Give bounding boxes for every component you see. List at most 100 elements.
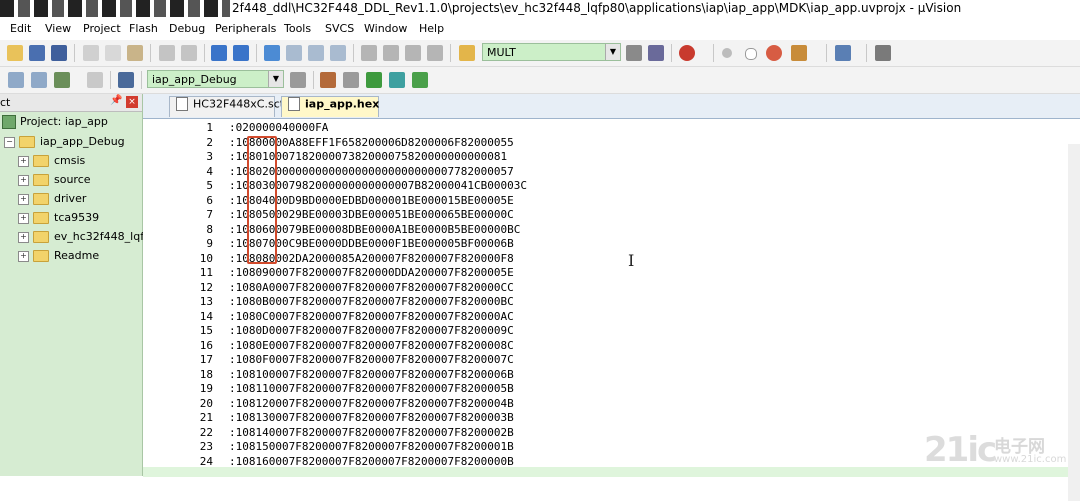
code-line[interactable]: :108140007F8200007F8200007F8200007F82000… xyxy=(229,426,514,439)
disable-breakpoint-icon[interactable] xyxy=(745,48,757,60)
navigate-forward-icon[interactable] xyxy=(233,45,249,61)
redacted-title-region xyxy=(0,0,230,17)
menu-view[interactable]: View xyxy=(45,22,71,35)
code-line[interactable]: :108130007F8200007F8200007F8200007F82000… xyxy=(229,411,514,424)
expand-icon[interactable]: + xyxy=(18,250,29,262)
unindent-icon[interactable] xyxy=(383,45,399,61)
window-layout-icon[interactable] xyxy=(835,45,851,61)
code-line[interactable]: :1080C0007F8200007F8200007F8200007F82000… xyxy=(229,310,514,323)
code-line[interactable]: :1080E0007F8200007F8200007F8200007F82000… xyxy=(229,339,514,352)
tree-group-tca9539[interactable]: + tca9539 xyxy=(18,211,99,228)
next-bookmark-icon[interactable] xyxy=(308,45,324,61)
save-icon[interactable] xyxy=(29,45,45,61)
manage-run-time-icon[interactable] xyxy=(412,72,428,88)
line-number: 1 xyxy=(206,121,213,134)
menu-window[interactable]: Window xyxy=(364,22,407,35)
menu-tools[interactable]: Tools xyxy=(284,22,311,35)
tab-label: iap_app.hex xyxy=(305,97,380,111)
clear-bookmarks-icon[interactable] xyxy=(330,45,346,61)
menu-debug[interactable]: Debug xyxy=(169,22,205,35)
expand-icon[interactable]: + xyxy=(18,231,29,243)
tree-group-driver[interactable]: + driver xyxy=(18,192,86,209)
code-line[interactable]: :1080B0007F8200007F8200007F8200007F82000… xyxy=(229,295,514,308)
paste-icon[interactable] xyxy=(127,45,143,61)
tree-target-label: iap_app_Debug xyxy=(40,135,125,148)
code-editor[interactable]: 1:020000040000FA 2:10800000A88EFF1F658200… xyxy=(143,119,1080,501)
tree-group-label: driver xyxy=(54,192,87,205)
line-number: 24 xyxy=(199,454,213,468)
line-number: 23 xyxy=(199,440,213,453)
close-icon[interactable]: × xyxy=(126,96,138,108)
uncomment-icon[interactable] xyxy=(427,45,443,61)
chevron-down-icon[interactable]: ▼ xyxy=(268,71,283,87)
tab-sct-file[interactable]: HC32F448xC.sct xyxy=(169,96,284,117)
expand-icon[interactable]: + xyxy=(18,174,29,186)
redo-icon[interactable] xyxy=(181,45,197,61)
open-file-icon[interactable] xyxy=(7,45,23,61)
rebuild-icon[interactable] xyxy=(54,72,70,88)
menu-edit[interactable]: Edit xyxy=(10,22,31,35)
save-all-icon[interactable] xyxy=(51,45,67,61)
tree-project-root[interactable]: Project: iap_app xyxy=(2,115,108,132)
target-options-icon[interactable] xyxy=(290,72,306,88)
undo-icon[interactable] xyxy=(159,45,175,61)
folder-icon xyxy=(19,136,35,148)
menu-project[interactable]: Project xyxy=(83,22,121,35)
manage-project-items-icon[interactable] xyxy=(320,72,336,88)
menu-peripherals[interactable]: Peripherals xyxy=(215,22,276,35)
expand-icon[interactable]: + xyxy=(18,155,29,167)
select-packs-icon[interactable] xyxy=(389,72,405,88)
line-number: 8 xyxy=(206,222,213,236)
code-line[interactable]: :1080F0007F8200007F8200007F8200007F82000… xyxy=(229,353,514,366)
tree-group-cmsis[interactable]: + cmsis xyxy=(18,154,85,171)
start-debug-icon[interactable] xyxy=(679,45,695,61)
wrench-icon[interactable] xyxy=(875,45,891,61)
pin-icon[interactable]: 📌 xyxy=(110,95,122,106)
comment-icon[interactable] xyxy=(405,45,421,61)
code-line[interactable]: :108150007F8200007F8200007F8200007F82000… xyxy=(229,440,514,453)
collapse-icon[interactable]: − xyxy=(4,136,15,148)
prev-bookmark-icon[interactable] xyxy=(286,45,302,61)
tab-label: HC32F448xC.sct xyxy=(193,97,285,111)
target-combo[interactable]: iap_app_Debug ▼ xyxy=(147,70,284,88)
tree-target[interactable]: − iap_app_Debug xyxy=(4,135,125,152)
translate-icon[interactable] xyxy=(8,72,24,88)
menu-help[interactable]: Help xyxy=(419,22,444,35)
code-line[interactable]: :1080D0007F8200007F8200007F8200007F82000… xyxy=(229,324,514,337)
file-extensions-icon[interactable] xyxy=(343,72,359,88)
build-icon[interactable] xyxy=(31,72,47,88)
code-line[interactable]: :1080A0007F8200007F8200007F8200007F82000… xyxy=(229,281,514,294)
code-line[interactable]: :020000040000FA xyxy=(229,121,328,134)
tree-group-readme[interactable]: + Readme xyxy=(18,249,99,266)
configure-icon[interactable] xyxy=(791,45,807,61)
cut-icon[interactable] xyxy=(83,45,99,61)
find-combo[interactable]: MULT ▼ xyxy=(482,43,621,61)
breakpoint-icon[interactable] xyxy=(722,48,732,58)
incremental-find-icon[interactable] xyxy=(648,45,664,61)
code-line[interactable]: :108090007F8200007F820000DDA200007F82000… xyxy=(229,266,514,279)
menu-svcs[interactable]: SVCS xyxy=(325,22,354,35)
download-load-icon[interactable] xyxy=(118,72,134,88)
code-line[interactable]: :108100007F8200007F8200007F8200007F82000… xyxy=(229,368,514,381)
bookmark-icon[interactable] xyxy=(264,45,280,61)
pack-installer-icon[interactable] xyxy=(366,72,382,88)
tab-hex-file[interactable]: iap_app.hex xyxy=(281,96,379,117)
kill-breakpoints-icon[interactable] xyxy=(766,45,782,61)
chevron-down-icon[interactable]: ▼ xyxy=(605,44,620,60)
find-icon[interactable] xyxy=(626,45,642,61)
find-in-files-icon[interactable] xyxy=(459,45,475,61)
tree-group-label: source xyxy=(54,173,91,186)
line-number: 18 xyxy=(199,367,213,381)
navigate-back-icon[interactable] xyxy=(211,45,227,61)
code-line[interactable]: :108160007F8200007F8200007F8200007F82000… xyxy=(229,455,514,468)
code-line[interactable]: :108110007F8200007F8200007F8200007F82000… xyxy=(229,382,514,395)
menu-flash[interactable]: Flash xyxy=(129,22,158,35)
tree-group-board[interactable]: + ev_hc32f448_lqfp xyxy=(18,230,151,247)
stop-build-icon[interactable] xyxy=(87,72,103,88)
code-line[interactable]: :108120007F8200007F8200007F8200007F82000… xyxy=(229,397,514,410)
expand-icon[interactable]: + xyxy=(18,212,29,224)
indent-icon[interactable] xyxy=(361,45,377,61)
tree-group-source[interactable]: + source xyxy=(18,173,91,190)
copy-icon[interactable] xyxy=(105,45,121,61)
expand-icon[interactable]: + xyxy=(18,193,29,205)
